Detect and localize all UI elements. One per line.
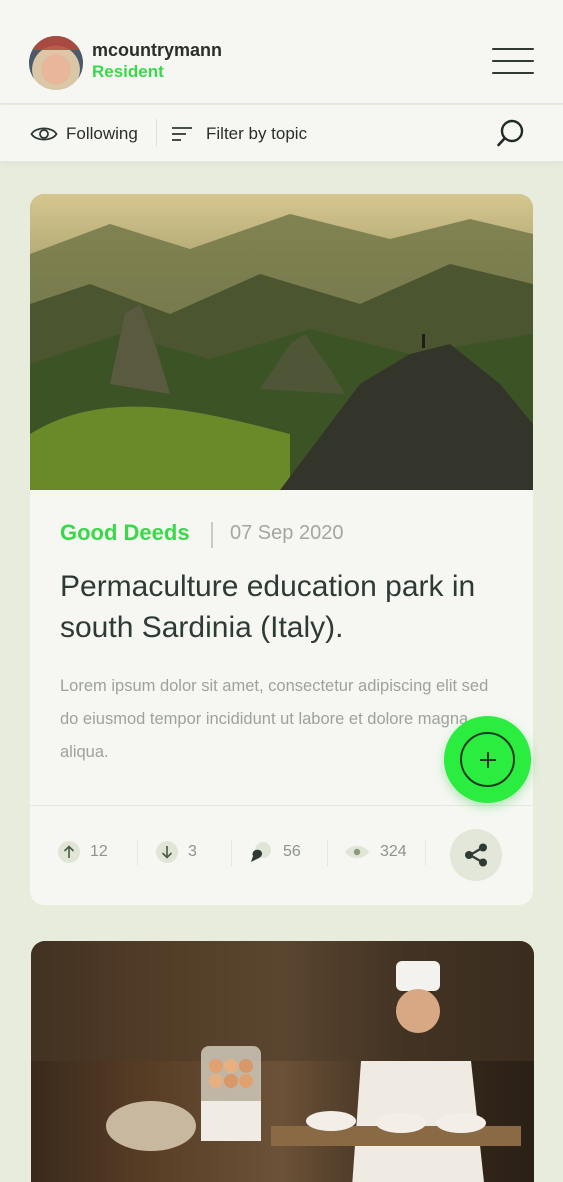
- arrow-up-icon: [58, 841, 80, 863]
- meta-divider: [211, 522, 213, 548]
- comments-stat[interactable]: 56: [249, 838, 301, 866]
- comments-count: 56: [283, 843, 301, 860]
- views-count: 324: [380, 843, 407, 860]
- following-toggle[interactable]: Following: [30, 120, 138, 148]
- post-date: 07 Sep 2020: [230, 522, 344, 544]
- downvote-stat[interactable]: 3: [156, 838, 197, 866]
- upvote-count: 12: [90, 843, 108, 860]
- post-card[interactable]: Good Deeds 07 Sep 2020 Permaculture educ…: [30, 194, 533, 905]
- card-divider: [30, 805, 533, 806]
- add-post-button[interactable]: [444, 716, 531, 803]
- filter-label: Filter by topic: [206, 124, 308, 143]
- share-icon: [465, 843, 487, 867]
- user-role: Resident: [92, 62, 164, 81]
- downvote-count: 3: [188, 843, 197, 860]
- comment-bubble-icon: [251, 842, 271, 862]
- post-image[interactable]: [30, 194, 533, 490]
- stat-divider: [231, 840, 232, 866]
- post-excerpt: Lorem ipsum dolor sit amet, consectetur …: [60, 677, 489, 761]
- feed-toolbar: Following Filter by topic: [0, 105, 563, 162]
- arrow-down-icon: [156, 841, 178, 863]
- hamburger-menu-icon[interactable]: [492, 46, 534, 76]
- plus-icon: [460, 732, 515, 787]
- post-card-image[interactable]: [31, 941, 534, 1182]
- stat-divider: [327, 840, 328, 866]
- eye-icon: [30, 127, 58, 141]
- views-stat[interactable]: 324: [344, 838, 407, 866]
- filter-by-topic-button[interactable]: Filter by topic: [172, 120, 307, 148]
- post-category[interactable]: Good Deeds: [60, 520, 190, 546]
- eye-icon: [345, 846, 369, 858]
- search-icon[interactable]: [496, 118, 526, 148]
- toolbar-divider: [156, 119, 157, 147]
- following-label: Following: [66, 124, 138, 143]
- avatar-photo-detail: [29, 36, 83, 50]
- post-title[interactable]: Permaculture education park in south Sar…: [60, 566, 500, 648]
- stat-divider: [137, 840, 138, 866]
- upvote-stat[interactable]: 12: [58, 838, 108, 866]
- user-avatar[interactable]: [29, 36, 83, 90]
- share-button[interactable]: [450, 829, 502, 881]
- stat-divider: [425, 840, 426, 866]
- username: mcountrymann: [92, 40, 223, 60]
- filter-lines-icon: [172, 127, 192, 141]
- app-header: mcountrymann Resident: [0, 0, 563, 104]
